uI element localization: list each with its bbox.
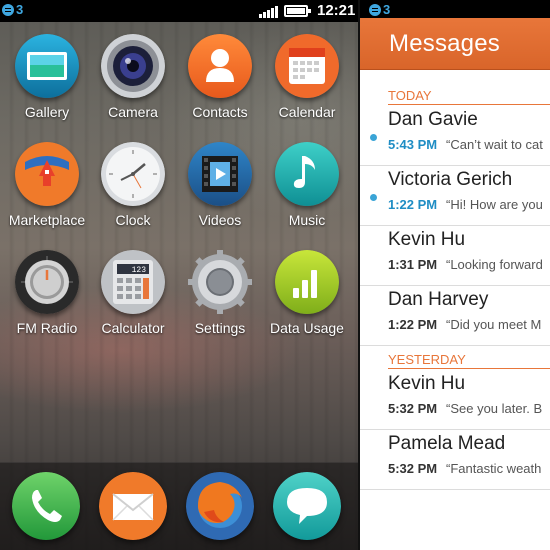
app-label: Gallery xyxy=(24,104,70,120)
app-camera[interactable]: Camera xyxy=(88,34,178,120)
messages-header: Messages xyxy=(360,18,550,70)
unread-indicator xyxy=(370,134,377,141)
message-thread[interactable]: Victoria Gerich 1:22 PM “Hi! How are you xyxy=(360,166,550,226)
app-gallery[interactable]: Gallery xyxy=(2,34,92,120)
message-thread[interactable]: Kevin Hu 5:32 PM “See you later. B xyxy=(360,370,550,430)
thread-preview: “See you later. B xyxy=(446,401,543,416)
thread-preview: “Hi! How are you xyxy=(446,197,543,212)
thread-preview: “Can’t wait to cat xyxy=(446,137,543,152)
app-label: Calculator xyxy=(101,320,165,336)
app-label: Settings xyxy=(194,320,246,336)
status-bar: 3 12:21 xyxy=(0,0,358,22)
app-label: Videos xyxy=(198,212,242,228)
dock xyxy=(0,462,358,550)
phone-icon[interactable] xyxy=(12,472,80,540)
messages-bubble-icon[interactable] xyxy=(273,472,341,540)
thread-contact-name: Kevin Hu xyxy=(388,229,466,250)
thread-contact-name: Pamela Mead xyxy=(388,433,506,454)
thread-time: 5:32 PM xyxy=(388,401,438,416)
calendar-icon xyxy=(275,34,339,98)
app-label: Camera xyxy=(108,104,158,120)
carrier-indicator: 3 xyxy=(2,2,23,17)
app-data-usage[interactable]: Data Usage xyxy=(262,250,352,336)
camera-icon xyxy=(101,34,165,98)
carrier-label: 3 xyxy=(383,2,391,17)
calculator-display: 123 xyxy=(132,266,147,275)
messages-app: 3 Messages TODAY Dan Gavie 5:43 PM “Can’… xyxy=(360,0,550,550)
thread-time: 5:43 PM xyxy=(388,137,438,152)
app-videos[interactable]: Videos xyxy=(175,142,265,228)
app-calendar[interactable]: Calendar xyxy=(262,34,352,120)
carrier-indicator: 3 xyxy=(369,2,390,17)
videos-icon xyxy=(188,142,252,206)
app-label: FM Radio xyxy=(16,320,78,336)
calculator-icon: 123 xyxy=(101,250,165,314)
thread-contact-name: Dan Harvey xyxy=(388,289,489,310)
carrier-icon xyxy=(2,3,14,16)
thread-preview: “Fantastic weath xyxy=(446,461,542,476)
message-thread[interactable]: Dan Harvey 1:22 PM “Did you meet M xyxy=(360,286,550,346)
carrier-label: 3 xyxy=(16,2,24,17)
carrier-icon xyxy=(369,3,381,16)
section-header-yesterday: YESTERDAY xyxy=(388,352,550,369)
signal-strength-icon xyxy=(259,4,278,18)
section-header-today: TODAY xyxy=(388,88,550,105)
app-label: Data Usage xyxy=(270,320,344,336)
thread-time: 5:32 PM xyxy=(388,461,438,476)
thread-contact-name: Victoria Gerich xyxy=(388,169,513,190)
firefox-browser-icon[interactable] xyxy=(186,472,254,540)
email-icon[interactable] xyxy=(99,472,167,540)
music-icon xyxy=(275,142,339,206)
thread-time: 1:22 PM xyxy=(388,197,438,212)
thread-preview: “Did you meet M xyxy=(446,317,542,332)
app-label: Contacts xyxy=(192,104,248,120)
app-settings[interactable]: Settings xyxy=(175,250,265,336)
app-label: Music xyxy=(288,212,326,228)
thread-time: 1:31 PM xyxy=(388,257,438,272)
message-thread[interactable]: Dan Gavie 5:43 PM “Can’t wait to cat xyxy=(360,106,550,166)
clock-icon xyxy=(101,142,165,206)
unread-indicator xyxy=(370,194,377,201)
app-fm-radio[interactable]: FM Radio xyxy=(2,250,92,336)
app-clock[interactable]: Clock xyxy=(88,142,178,228)
message-thread[interactable]: Kevin Hu 1:31 PM “Looking forward xyxy=(360,226,550,286)
fm-radio-icon xyxy=(15,250,79,314)
message-thread[interactable]: Pamela Mead 5:32 PM “Fantastic weath xyxy=(360,430,550,490)
page-title: Messages xyxy=(389,30,500,57)
gallery-icon xyxy=(15,34,79,98)
app-label: Calendar xyxy=(278,104,336,120)
contacts-icon xyxy=(188,34,252,98)
app-calculator[interactable]: 123 Calculator xyxy=(88,250,178,336)
homescreen: 3 12:21 Gallery Camera Contacts Calendar… xyxy=(0,0,358,550)
status-bar: 3 xyxy=(360,0,550,18)
data-usage-icon xyxy=(275,250,339,314)
thread-contact-name: Dan Gavie xyxy=(388,109,478,130)
battery-icon xyxy=(284,5,311,17)
thread-time: 1:22 PM xyxy=(388,317,438,332)
app-label: Clock xyxy=(115,212,151,228)
marketplace-icon xyxy=(15,142,79,206)
app-contacts[interactable]: Contacts xyxy=(175,34,265,120)
thread-preview: “Looking forward xyxy=(446,257,543,272)
app-label: Marketplace xyxy=(8,212,86,228)
settings-gear-icon xyxy=(188,250,252,314)
thread-contact-name: Kevin Hu xyxy=(388,373,466,394)
app-music[interactable]: Music xyxy=(262,142,352,228)
app-marketplace[interactable]: Marketplace xyxy=(2,142,92,228)
status-time: 12:21 xyxy=(317,2,356,19)
